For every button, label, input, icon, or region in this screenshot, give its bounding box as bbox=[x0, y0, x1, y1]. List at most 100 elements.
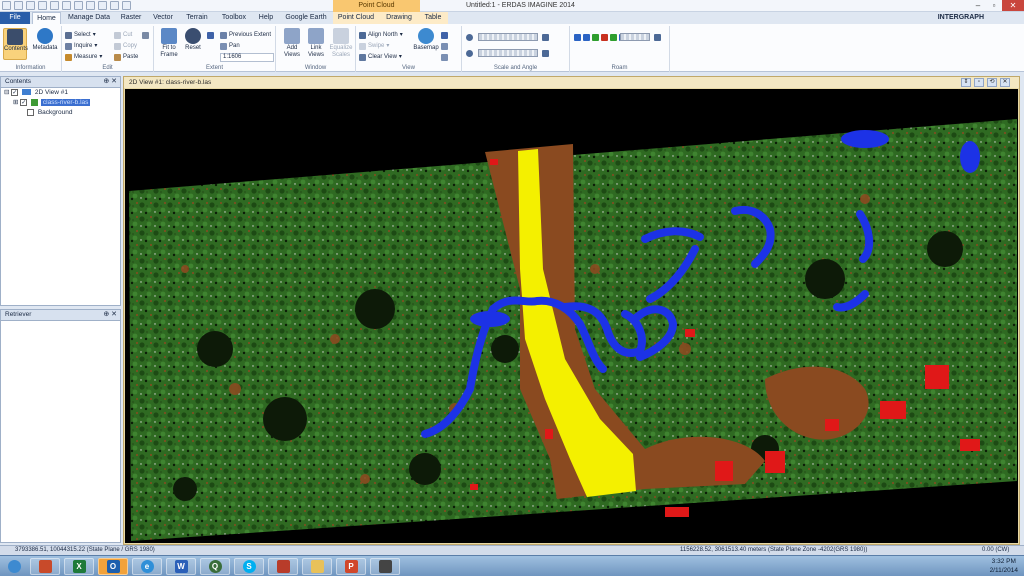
scale-field[interactable]: 1:1606 bbox=[220, 53, 274, 62]
cut-button[interactable]: Cut bbox=[114, 30, 132, 40]
angle-dropdown-icon[interactable] bbox=[542, 48, 549, 58]
app-menu-icon[interactable] bbox=[2, 1, 11, 10]
roam-first-icon[interactable] bbox=[574, 33, 581, 41]
panel-pin-close-icon[interactable]: ⊕ ✕ bbox=[103, 77, 117, 87]
metadata-button[interactable]: Metadata bbox=[31, 28, 59, 52]
tool-icon[interactable] bbox=[370, 558, 400, 575]
tab-manage-data[interactable]: Manage Data bbox=[66, 12, 112, 24]
roam-prev-icon[interactable] bbox=[583, 33, 590, 41]
tab-point-cloud[interactable]: Point Cloud bbox=[336, 12, 376, 24]
align-north-button[interactable]: Align North ▾ bbox=[359, 30, 403, 40]
scale-slider[interactable] bbox=[478, 33, 538, 41]
tab-google-earth[interactable]: Google Earth bbox=[284, 12, 328, 24]
view-close-icon[interactable]: ✕ bbox=[1000, 78, 1010, 87]
system-clock[interactable]: 3:32 PM 2/11/2014 bbox=[990, 557, 1018, 575]
tab-raster[interactable]: Raster bbox=[118, 12, 144, 24]
roam-play-back-icon[interactable] bbox=[592, 33, 599, 41]
tab-file[interactable]: File bbox=[0, 12, 30, 24]
tree-node-background[interactable]: Background bbox=[1, 108, 120, 118]
view-pin-icon[interactable]: ⇕ bbox=[961, 78, 971, 87]
expand-icon[interactable]: ⊞ bbox=[13, 99, 18, 106]
save-icon[interactable] bbox=[38, 1, 47, 10]
clear-view-button[interactable]: Clear View ▾ bbox=[359, 52, 402, 62]
maximize-icon[interactable]: ▫ bbox=[986, 0, 1002, 11]
word-icon[interactable]: W bbox=[166, 558, 196, 575]
reset-label: Reset bbox=[185, 45, 201, 51]
scale-dropdown-icon[interactable] bbox=[542, 32, 549, 42]
rotate-icon[interactable] bbox=[466, 48, 473, 58]
tab-terrain[interactable]: Terrain bbox=[182, 12, 212, 24]
view-window: 2D View #1: class-river-b.las ⇕ ▫ ⟲ ✕ bbox=[123, 76, 1020, 545]
minimize-icon[interactable]: – bbox=[970, 0, 986, 11]
powerpoint-icon[interactable]: P bbox=[336, 558, 366, 575]
link-views-button[interactable]: Link Views bbox=[304, 28, 328, 59]
view-tool-icon[interactable] bbox=[441, 41, 448, 51]
swipe-button[interactable]: Swipe ▾ bbox=[359, 41, 389, 51]
undo-icon[interactable] bbox=[50, 1, 59, 10]
reset-button[interactable]: Reset bbox=[181, 28, 205, 52]
zoom-out-icon[interactable] bbox=[86, 1, 95, 10]
zoom-tools[interactable] bbox=[207, 30, 214, 40]
tab-home[interactable]: Home bbox=[32, 12, 61, 24]
view-checkbox[interactable]: ✓ bbox=[11, 88, 19, 96]
pan-icon[interactable] bbox=[98, 1, 107, 10]
equalize-scales-label: Equalize Scales bbox=[329, 45, 353, 58]
zoom-in-icon[interactable] bbox=[74, 1, 83, 10]
customize-icon[interactable] bbox=[122, 1, 131, 10]
view-float-icon[interactable]: ▫ bbox=[974, 78, 984, 87]
tab-table[interactable]: Table bbox=[422, 12, 444, 24]
tab-drawing[interactable]: Drawing bbox=[384, 12, 414, 24]
redo-icon[interactable] bbox=[62, 1, 71, 10]
outlook-icon[interactable]: O bbox=[98, 558, 128, 575]
select-button[interactable]: Select ▾ bbox=[65, 30, 96, 40]
equalize-scales-button[interactable]: Equalize Scales bbox=[328, 28, 354, 59]
tab-toolbox[interactable]: Toolbox bbox=[218, 12, 250, 24]
ie-icon[interactable]: e bbox=[132, 558, 162, 575]
point-cloud-render[interactable] bbox=[125, 89, 1018, 543]
erdas-icon[interactable] bbox=[30, 558, 60, 575]
fit-to-frame-button[interactable]: Fit to Frame bbox=[157, 28, 181, 59]
angle-slider[interactable] bbox=[478, 49, 538, 57]
erdas-alt-icon[interactable] bbox=[268, 558, 298, 575]
paste-button[interactable]: Paste bbox=[114, 52, 138, 62]
skype-icon[interactable]: S bbox=[234, 558, 264, 575]
delete-icon[interactable] bbox=[142, 30, 149, 40]
tab-vector[interactable]: Vector bbox=[150, 12, 176, 24]
layer-checkbox[interactable]: ✓ bbox=[20, 98, 28, 106]
scale-reset-icon[interactable] bbox=[466, 32, 473, 42]
basemap-button[interactable]: Basemap bbox=[413, 28, 439, 52]
roam-stop-icon[interactable] bbox=[601, 33, 608, 41]
metadata-label: Metadata bbox=[32, 45, 58, 51]
add-views-button[interactable]: Add Views bbox=[280, 28, 304, 59]
copy-button[interactable]: Copy bbox=[114, 41, 137, 51]
roam-settings-icon[interactable] bbox=[654, 32, 661, 42]
tree-node-layer[interactable]: ⊞ ✓ class-river-b.las bbox=[1, 98, 120, 108]
map-canvas[interactable] bbox=[125, 89, 1018, 543]
copy-icon bbox=[114, 42, 121, 50]
excel-icon[interactable]: X bbox=[64, 558, 94, 575]
print-icon[interactable] bbox=[110, 1, 119, 10]
collapse-icon[interactable]: ⊟ bbox=[4, 89, 9, 96]
view-tool-2-icon[interactable] bbox=[441, 52, 448, 62]
pan-button[interactable]: Pan bbox=[220, 41, 240, 51]
roam-play-icon[interactable] bbox=[610, 33, 617, 41]
retriever-pin-close-icon[interactable]: ⊕ ✕ bbox=[103, 310, 117, 320]
measure-button[interactable]: Measure ▾ bbox=[65, 52, 102, 62]
inquire-button[interactable]: Inquire ▾ bbox=[65, 41, 97, 51]
new-icon[interactable] bbox=[14, 1, 23, 10]
start-icon[interactable] bbox=[4, 558, 24, 575]
tab-help[interactable]: Help bbox=[255, 12, 277, 24]
basemap-label: Basemap bbox=[413, 45, 439, 51]
tree-node-view[interactable]: ⊟ ✓ 2D View #1 bbox=[1, 88, 120, 98]
close-icon[interactable]: ✕ bbox=[1002, 0, 1024, 11]
previous-extent-button[interactable]: Previous Extent bbox=[220, 30, 271, 40]
search-icon[interactable]: Q bbox=[200, 558, 230, 575]
background-checkbox[interactable] bbox=[27, 108, 34, 116]
zoom-view-icon[interactable] bbox=[441, 30, 448, 40]
open-icon[interactable] bbox=[26, 1, 35, 10]
roam-speed-slider[interactable] bbox=[620, 33, 650, 41]
view-restore-icon[interactable]: ⟲ bbox=[987, 78, 997, 87]
folder-icon[interactable] bbox=[302, 558, 332, 575]
paste-icon bbox=[114, 53, 121, 61]
contents-button[interactable]: Contents bbox=[3, 28, 28, 60]
